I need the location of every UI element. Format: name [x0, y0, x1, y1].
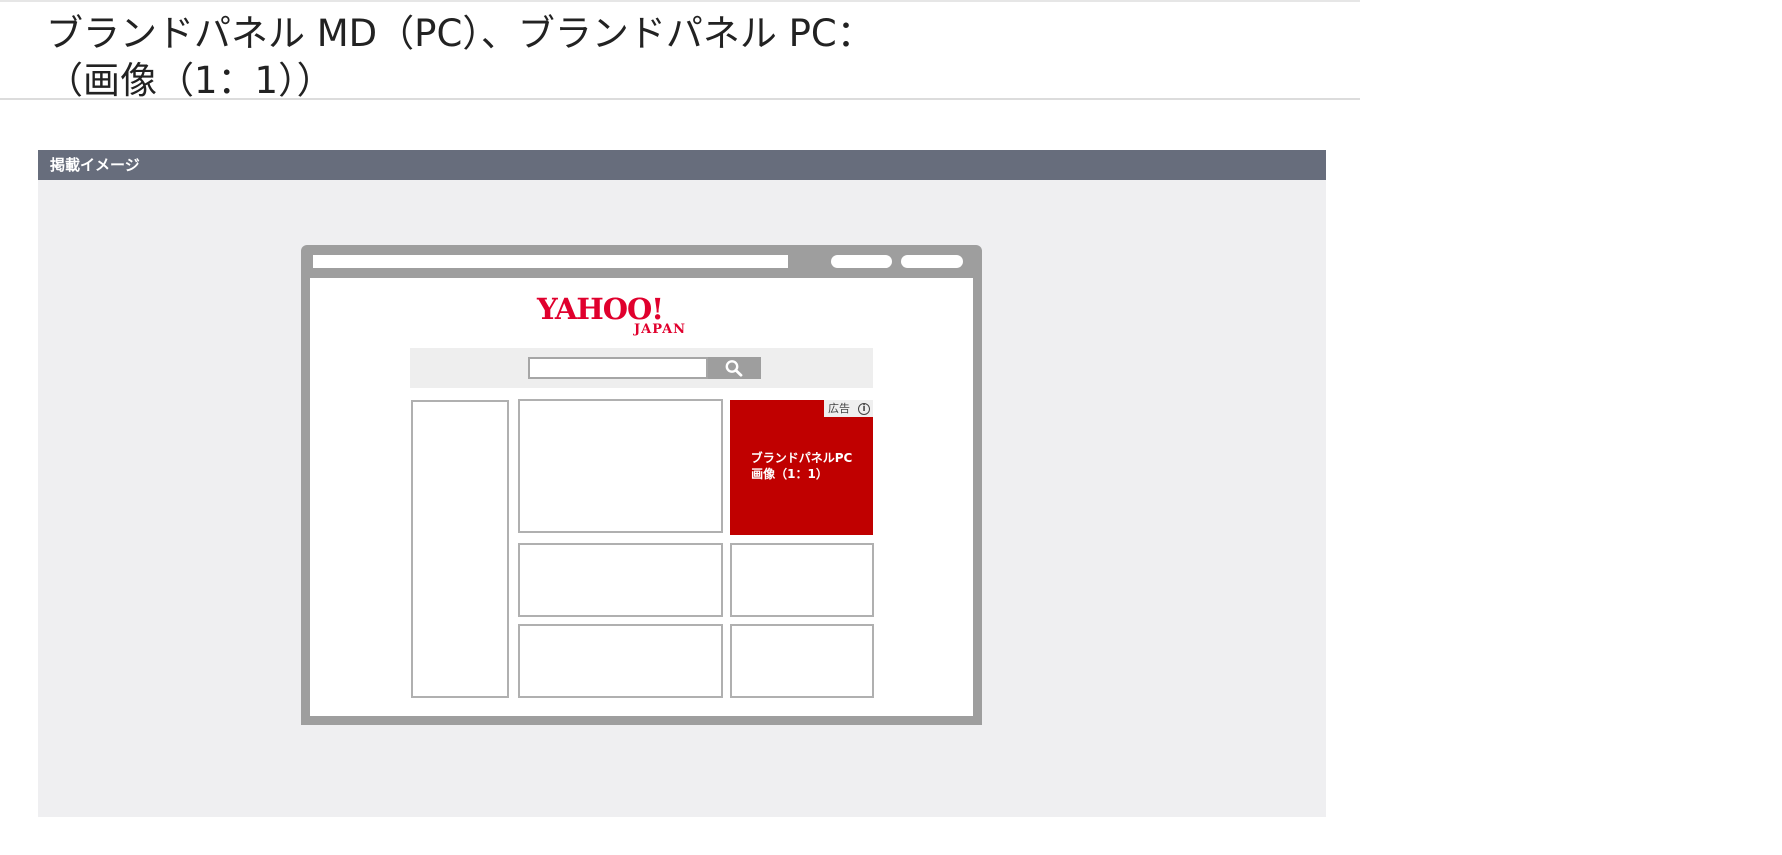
ad-label-line-1: ブランドパネルPC — [750, 451, 853, 465]
ad-badge-label: 広告 — [828, 402, 850, 415]
content-block — [730, 624, 874, 698]
search-icon — [725, 360, 743, 377]
yahoo-japan-logo: YAHOO! JAPAN — [537, 293, 712, 341]
ad-badge: 広告 i — [824, 400, 873, 417]
panel-title: 掲載イメージ — [50, 156, 140, 174]
search-input — [528, 357, 708, 379]
browser-control-pill — [831, 255, 892, 268]
browser-control-pill — [901, 255, 963, 268]
content-block — [730, 543, 874, 617]
content-column-left — [411, 400, 509, 698]
panel-header: 掲載イメージ — [38, 150, 1326, 180]
page-title-line-2: （画像（1：1）） — [46, 59, 334, 102]
ad-label-line-2: 画像（1：1） — [751, 467, 828, 481]
page-header: ブランドパネル MD（PC）、ブランドパネル PC： （画像（1：1）） — [0, 0, 1360, 102]
brand-panel-ad: 広告 i ブランドパネルPC 画像（1：1） — [730, 400, 873, 535]
content-block — [518, 399, 723, 533]
logo-main-text: YAHOO! — [537, 292, 664, 326]
browser-address-bar — [313, 255, 788, 268]
content-block — [518, 624, 723, 698]
browser-mockup: YAHOO! JAPAN 広告 i ブランドパネルPC 画像（1：1） — [301, 245, 982, 725]
browser-viewport: YAHOO! JAPAN 広告 i ブランドパネルPC 画像（1：1） — [310, 278, 973, 716]
search-button — [708, 357, 761, 379]
content-block — [518, 543, 723, 617]
logo-sub-text: JAPAN — [634, 322, 687, 337]
page-title-line-1: ブランドパネル MD（PC）、ブランドパネル PC： — [46, 12, 874, 55]
placement-image-panel: 掲載イメージ YAHOO! JAPAN 広告 i ブランドパネルPC 画像（1：… — [38, 150, 1326, 817]
search-band — [410, 348, 873, 388]
info-icon: i — [858, 403, 870, 415]
page-title: ブランドパネル MD（PC）、ブランドパネル PC： （画像（1：1）） — [46, 10, 874, 104]
